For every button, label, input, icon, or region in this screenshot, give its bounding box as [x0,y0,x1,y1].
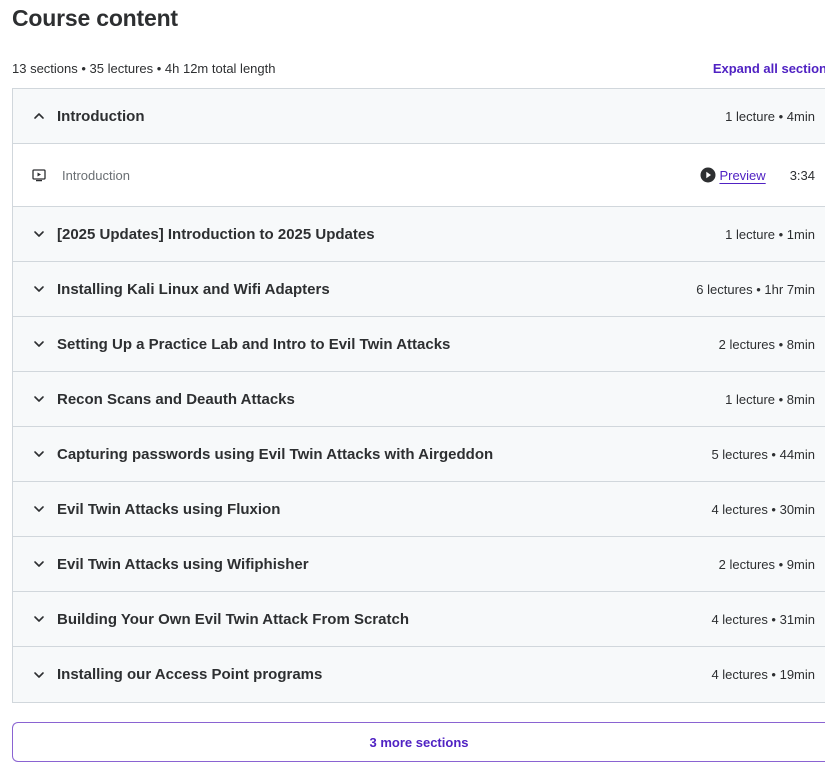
section-title: Building Your Own Evil Twin Attack From … [57,610,409,628]
section-title: Introduction [57,107,145,125]
chevron-down-icon [33,448,45,460]
section-meta: 1 lecture • 4min [725,108,815,124]
section-meta: 6 lectures • 1hr 7min [696,281,815,297]
chevron-down-icon [33,228,45,240]
chevron-up-icon [33,110,45,122]
section-title: Evil Twin Attacks using Fluxion [57,500,281,518]
section-header[interactable]: [2025 Updates] Introduction to 2025 Upda… [13,207,825,262]
lecture-row: Introduction Preview 3:34 [13,144,825,207]
section-title: Capturing passwords using Evil Twin Atta… [57,445,494,463]
course-summary-row: 13 sections • 35 lectures • 4h 12m total… [12,60,825,76]
lecture-duration: 3:34 [789,167,815,183]
section-title: Recon Scans and Deauth Attacks [57,390,295,408]
preview-link[interactable]: Preview [719,168,765,183]
section-title: Setting Up a Practice Lab and Intro to E… [57,335,451,353]
section-title: [2025 Updates] Introduction to 2025 Upda… [57,225,375,243]
chevron-down-icon [33,503,45,515]
section-meta: 2 lectures • 8min [718,336,815,352]
section-header[interactable]: Installing our Access Point programs 4 le… [13,647,825,702]
page-title: Course content [12,5,178,31]
course-content-page: Course content 13 sections • 35 lectures… [0,0,825,762]
chevron-down-icon [33,669,45,681]
section-header[interactable]: Evil Twin Attacks using Fluxion 4 lecture… [13,482,825,537]
section-meta: 4 lectures • 19min [711,667,815,682]
video-lecture-icon [32,168,46,182]
section-header[interactable]: Introduction 1 lecture • 4min [13,89,825,144]
section-meta: 4 lectures • 30min [711,501,815,517]
section-meta: 5 lectures • 44min [711,446,815,462]
section-header[interactable]: Capturing passwords using Evil Twin Atta… [13,427,825,482]
section-title: Installing our Access Point programs [57,666,323,683]
chevron-down-icon [33,393,45,405]
section-header[interactable]: Installing Kali Linux and Wifi Adapters 6… [13,262,825,317]
chevron-down-icon [33,283,45,295]
sections-list: Introduction 1 lecture • 4min Introduction… [12,88,825,703]
expand-all-sections-button[interactable]: Expand all section [713,61,825,76]
section-meta: 2 lectures • 9min [718,556,815,572]
section-header[interactable]: Building Your Own Evil Twin Attack From … [13,592,825,647]
section-title: Installing Kali Linux and Wifi Adapters [57,280,330,298]
chevron-down-icon [33,613,45,625]
play-circle-icon[interactable] [700,167,716,183]
section-title: Evil Twin Attacks using Wifiphisher [57,555,309,573]
chevron-down-icon [33,558,45,570]
section-meta: 1 lecture • 1min [725,226,815,242]
chevron-down-icon [33,338,45,350]
more-sections-button[interactable]: 3 more sections [12,722,825,762]
section-meta: 4 lectures • 31min [711,611,815,627]
lecture-title: Introduction [62,167,130,183]
section-header[interactable]: Evil Twin Attacks using Wifiphisher 2 lec… [13,537,825,592]
section-header[interactable]: Recon Scans and Deauth Attacks 1 lecture … [13,372,825,427]
section-header[interactable]: Setting Up a Practice Lab and Intro to E… [13,317,825,372]
section-meta: 1 lecture • 8min [725,391,815,407]
course-summary: 13 sections • 35 lectures • 4h 12m total… [12,60,276,76]
preview-button[interactable]: Preview [700,167,766,183]
